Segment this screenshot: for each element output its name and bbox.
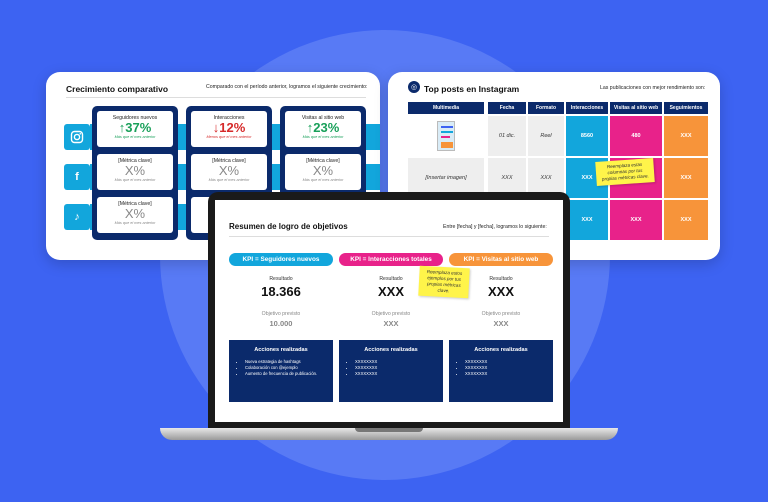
- slide-subtitle: Entre [fecha] y [fecha], logramos lo sig…: [443, 224, 547, 230]
- card-subtitle: Las publicaciones con mejor rendimiento …: [600, 85, 706, 91]
- table-header: Seguimientos: [664, 102, 708, 114]
- instagram-icon: [64, 124, 90, 150]
- metric-cell: [Métrica clave] X% Más que el mes anteri…: [285, 154, 361, 190]
- actions-title: Acciones realizadas: [474, 347, 528, 353]
- sticky-note: Reemplaza estas columnas por tus propias…: [595, 158, 655, 186]
- kpi-pill: KPI = Visitas al sitio web: [449, 253, 553, 266]
- divider: [66, 97, 366, 98]
- target-label: Objetivo previsto: [371, 311, 411, 317]
- actions-box: Acciones realizadas XXXXXXXX XXXXXXXX XX…: [339, 340, 443, 402]
- metric-cell: [Métrica clave] X% Más que el mes anteri…: [97, 197, 173, 233]
- table-cell: XXX: [664, 116, 708, 156]
- divider: [229, 236, 549, 237]
- table-cell: Reel: [528, 116, 564, 156]
- metric-note: Más que el mes anterior: [114, 178, 156, 182]
- slide-title: Resumen de logro de objetivos: [229, 222, 348, 231]
- metric-note: Más que el mes anterior: [208, 178, 250, 182]
- target-label: Objetivo previsto: [481, 311, 521, 317]
- table-header: Formato: [528, 102, 564, 114]
- metric-value: X%: [124, 206, 146, 221]
- facebook-icon: f: [64, 164, 90, 190]
- laptop-notch: [355, 428, 423, 432]
- list-item: XXXXXXXX: [355, 371, 443, 377]
- metric-cell: [Métrica clave] X% Más que el mes anteri…: [97, 154, 173, 190]
- sticky-note: Reemplaza estos ejemplos por tus propias…: [418, 265, 470, 299]
- result-label: Resultado: [269, 276, 293, 282]
- table-header: Interacciones: [566, 102, 608, 114]
- metric-value: X%: [124, 163, 146, 178]
- table-header: Visitas al sitio web: [610, 102, 662, 114]
- metric-value: ↓12%: [212, 120, 246, 135]
- metric-value: X%: [312, 163, 334, 178]
- actions-title: Acciones realizadas: [364, 347, 418, 353]
- card-title: Top posts en Instagram: [424, 84, 520, 94]
- table-header: Multimedia: [408, 102, 484, 114]
- metric-note: Más que el mes anterior: [302, 135, 344, 139]
- actions-box: Acciones realizadas Nueva estrategia de …: [229, 340, 333, 402]
- card-subtitle: Comparado con el período anterior, logra…: [206, 84, 368, 90]
- instagram-icon: ◎: [408, 81, 420, 93]
- list-item: Aumento de frecuencia de publicación.: [245, 371, 333, 377]
- metric-note: Menos que el mes anterior: [206, 135, 252, 139]
- result-value: 18.366: [261, 284, 301, 299]
- target-value: 10.000: [269, 319, 293, 328]
- post-image: [437, 121, 455, 151]
- metric-column: Seguidores nuevos ↑37% Más que el mes an…: [92, 106, 178, 240]
- table-cell: 01 dic.: [488, 116, 526, 156]
- list-item: XXXXXXXX: [465, 371, 553, 377]
- actions-box: Acciones realizadas XXXXXXXX XXXXXXXX XX…: [449, 340, 553, 402]
- kpi-pill: KPI = Interacciones totales: [339, 253, 443, 266]
- metric-value: ↑37%: [118, 120, 152, 135]
- metric-value: ↑23%: [306, 120, 340, 135]
- metric-cell: Visitas al sitio web ↑23% Más que el mes…: [285, 111, 361, 147]
- card-title: Crecimiento comparativo: [66, 84, 169, 94]
- table-cell: XXX: [566, 200, 608, 240]
- table-cell: XXX: [664, 158, 708, 198]
- target-label: Objetivo previsto: [261, 311, 301, 317]
- metric-note: Más que el mes anterior: [114, 135, 156, 139]
- table-header: Fecha: [488, 102, 526, 114]
- metric-value: X%: [218, 163, 240, 178]
- metric-note: Más que el mes anterior: [114, 221, 156, 225]
- metric-cell: Interacciones ↓12% Menos que el mes ante…: [191, 111, 267, 147]
- tiktok-icon: ♪: [64, 204, 90, 230]
- metric-cell: Seguidores nuevos ↑37% Más que el mes an…: [97, 111, 173, 147]
- target-value: XXX: [383, 319, 399, 328]
- table-cell: 480: [610, 116, 662, 156]
- table-cell: XXX: [610, 200, 662, 240]
- table-cell: 8560: [566, 116, 608, 156]
- table-cell: XXX: [664, 200, 708, 240]
- metric-cell: [Métrica clave] X% Más que el mes anteri…: [191, 154, 267, 190]
- post-thumbnail: [408, 116, 484, 156]
- kpi-pill: KPI = Seguidores nuevos: [229, 253, 333, 266]
- target-value: XXX: [493, 319, 509, 328]
- metric-note: Más que el mes anterior: [302, 178, 344, 182]
- laptop-screen: Resumen de logro de objetivos Entre [fec…: [215, 200, 563, 422]
- actions-title: Acciones realizadas: [254, 347, 308, 353]
